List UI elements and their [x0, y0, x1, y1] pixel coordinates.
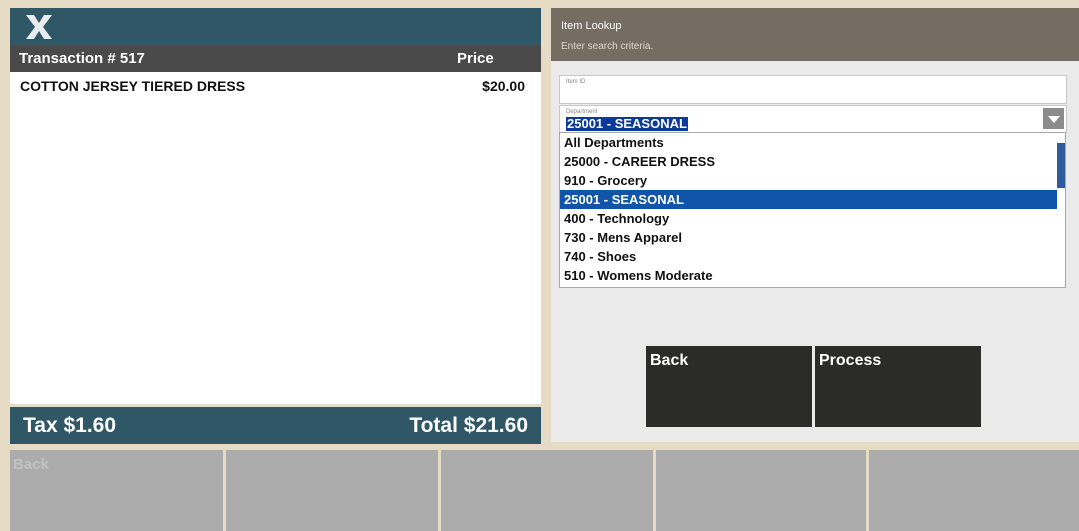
department-label: Department — [566, 109, 598, 115]
item-id-label: Item ID — [566, 79, 586, 85]
back-button[interactable]: Back — [646, 346, 812, 427]
function-key-2[interactable] — [226, 450, 438, 531]
item-lookup-instructions: Enter search criteria. — [561, 41, 654, 52]
department-select[interactable]: Department 25001 - SEASONAL — [559, 105, 1067, 133]
process-button[interactable]: Process — [815, 346, 981, 427]
department-option-400[interactable]: 400 - Technology — [560, 209, 1058, 228]
transaction-items-list: COTTON JERSEY TIERED DRESS $20.00 — [10, 72, 541, 404]
department-list-scrollbar[interactable] — [1057, 132, 1066, 288]
tax-amount: Tax $1.60 — [23, 414, 117, 437]
function-key-5[interactable] — [869, 450, 1079, 531]
item-lookup-panel: Item Lookup Enter search criteria. Item … — [551, 8, 1079, 442]
price-column-header: Price — [457, 50, 494, 67]
total-amount: Total $21.60 — [409, 414, 528, 437]
function-key-bar: Back — [10, 450, 1079, 531]
department-option-25000[interactable]: 25000 - CAREER DRESS — [560, 152, 1058, 171]
line-item-price: $20.00 — [482, 78, 525, 94]
department-option-740[interactable]: 740 - Shoes — [560, 247, 1058, 266]
function-key-label: Back — [13, 456, 49, 473]
item-lookup-header: Item Lookup Enter search criteria. — [551, 8, 1079, 61]
department-dropdown-list: All Departments 25000 - CAREER DRESS 910… — [559, 132, 1059, 288]
function-key-back[interactable]: Back — [10, 450, 223, 531]
back-button-label: Back — [650, 352, 689, 369]
chevron-down-icon[interactable] — [1043, 108, 1064, 129]
function-key-4[interactable] — [656, 450, 866, 531]
department-option-25001[interactable]: 25001 - SEASONAL — [560, 190, 1058, 209]
department-option-510[interactable]: 510 - Womens Moderate — [560, 266, 1058, 285]
transaction-number: Transaction # 517 — [19, 50, 145, 67]
department-selected-value: 25001 - SEASONAL — [566, 116, 688, 131]
line-item[interactable]: COTTON JERSEY TIERED DRESS $20.00 — [20, 78, 525, 94]
totals-bar: Tax $1.60 Total $21.60 — [10, 407, 541, 444]
scrollbar-thumb[interactable] — [1057, 143, 1065, 188]
department-option-910[interactable]: 910 - Grocery — [560, 171, 1058, 190]
item-lookup-title: Item Lookup — [561, 20, 622, 32]
department-option-all[interactable]: All Departments — [560, 133, 1058, 152]
transaction-header: Transaction # 517 Price — [10, 45, 541, 72]
department-option-730[interactable]: 730 - Mens Apparel — [560, 228, 1058, 247]
item-id-field[interactable]: Item ID — [559, 75, 1067, 104]
process-button-label: Process — [819, 352, 882, 369]
function-key-3[interactable] — [441, 450, 653, 531]
line-item-name: COTTON JERSEY TIERED DRESS — [20, 78, 246, 94]
logo-x-icon — [26, 15, 52, 39]
app-header — [10, 8, 541, 45]
